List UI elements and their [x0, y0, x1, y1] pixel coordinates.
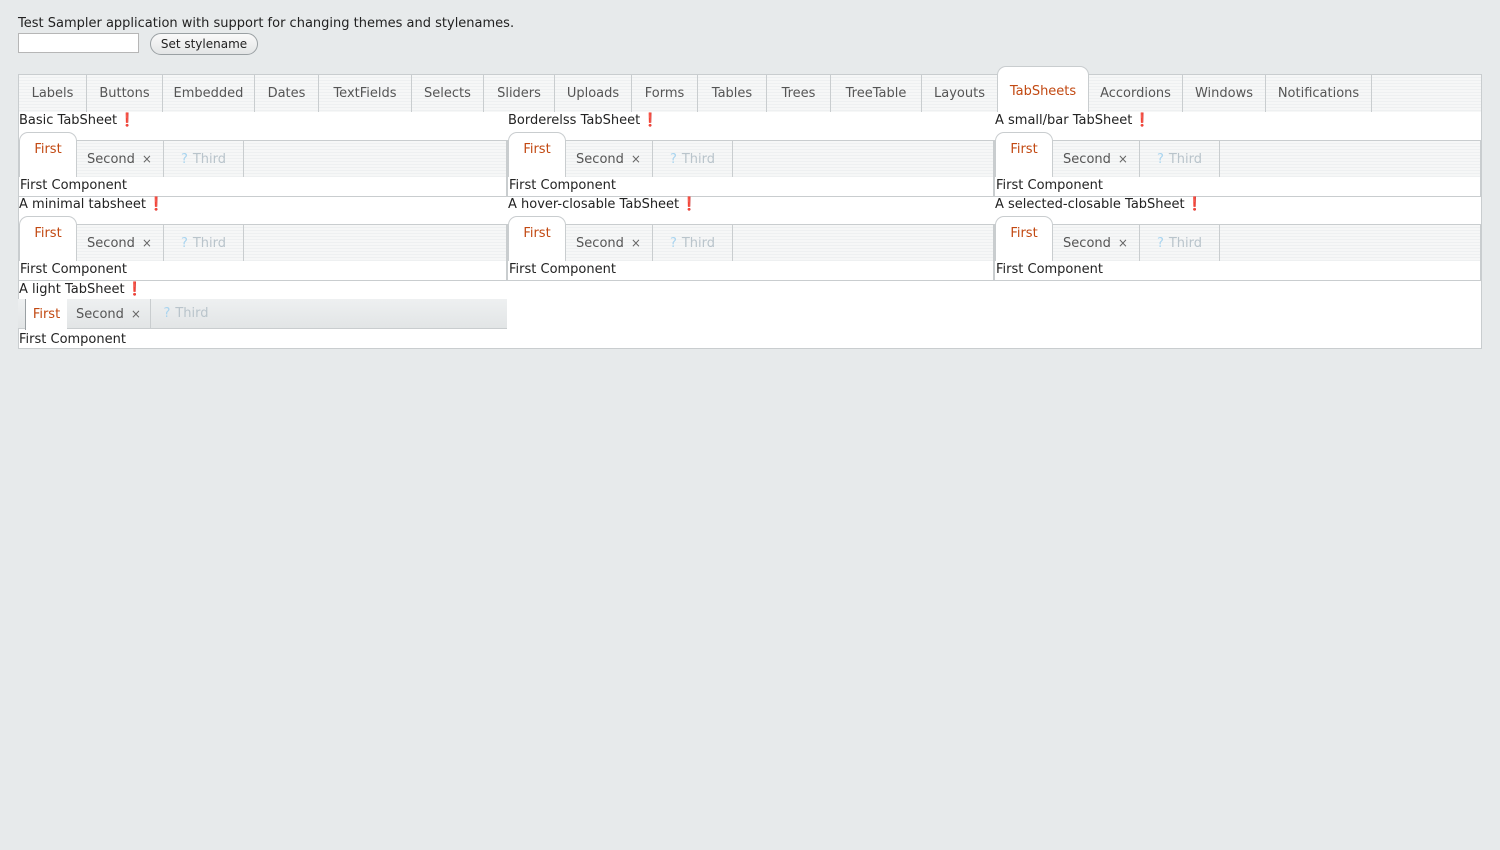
required-indicator-icon: ❗ [681, 197, 698, 212]
close-icon[interactable]: × [131, 307, 141, 321]
set-stylename-button[interactable]: Set stylename [150, 33, 258, 55]
tab-buttons[interactable]: Buttons [87, 75, 163, 112]
tab-second[interactable]: Second × [565, 225, 653, 261]
required-indicator-icon: ❗ [1134, 113, 1151, 128]
selected-closable-tabsheet: A selected-closable TabSheet ❗ First Seco… [994, 197, 1481, 281]
close-icon[interactable]: × [1118, 236, 1128, 250]
tab-content: First Component [19, 332, 126, 347]
hover-closable-tabsheet: A hover-closable TabSheet ❗ First Second ×… [507, 197, 994, 281]
tab-dates[interactable]: Dates [255, 75, 319, 112]
tab-selects[interactable]: Selects [412, 75, 484, 112]
tab-second[interactable]: Second × [565, 141, 653, 177]
required-indicator-icon: ❗ [126, 282, 143, 297]
tab-third-disabled: ? Third [1140, 141, 1220, 177]
light-tabsheet: A light TabSheet ❗ First Second × ? Third F… [18, 282, 507, 348]
help-icon: ? [1156, 152, 1164, 167]
tab-forms[interactable]: Forms [632, 75, 698, 112]
basic-tabsheet: Basic TabSheet ❗ First Second × ? Third Fir… [18, 113, 507, 197]
tab-bar: First Second × ? Third [507, 216, 994, 263]
tab-treetable[interactable]: TreeTable [831, 75, 922, 112]
close-icon[interactable]: × [631, 152, 641, 166]
tab-tabsheets[interactable]: TabSheets [997, 66, 1089, 114]
tab-second[interactable]: Second × [76, 141, 164, 177]
tab-third-disabled: ? Third [164, 225, 244, 261]
close-icon[interactable]: × [1118, 152, 1128, 166]
tab-first[interactable]: First [19, 216, 77, 263]
tab-content: First Component [18, 177, 507, 197]
tabsheet-caption: Basic TabSheet ❗ [19, 113, 136, 128]
tab-first[interactable]: First [19, 132, 77, 179]
tab-first[interactable]: First [508, 132, 566, 179]
required-indicator-icon: ❗ [147, 197, 165, 212]
tab-first[interactable]: First [25, 299, 67, 330]
app-description: Test Sampler application with support fo… [18, 16, 515, 31]
tab-layouts[interactable]: Layouts [922, 75, 998, 112]
tab-textfields[interactable]: TextFields [319, 75, 412, 112]
required-indicator-icon: ❗ [119, 113, 136, 128]
tab-first[interactable]: First [508, 216, 566, 263]
main-tab-bar: Labels Buttons Embedded Dates TextFields… [18, 66, 1482, 114]
tab-content: First Component [507, 177, 994, 197]
tab-embedded[interactable]: Embedded [163, 75, 255, 112]
tab-labels[interactable]: Labels [19, 75, 87, 112]
tab-third-disabled: ? Third [163, 306, 209, 321]
tabsheet-caption: A selected-closable TabSheet ❗ [995, 197, 1203, 212]
close-icon[interactable]: × [142, 236, 152, 250]
borderless-tabsheet: Borderelss TabSheet ❗ First Second × ? Thir… [507, 113, 994, 197]
tab-bar: First Second × ? Third [507, 132, 994, 179]
tab-second[interactable]: Second × [1052, 141, 1140, 177]
tab-uploads[interactable]: Uploads [555, 75, 632, 112]
tab-content: First Component [507, 261, 994, 281]
tab-bar: First Second × ? Third [994, 216, 1481, 263]
tab-third-disabled: ? Third [653, 141, 733, 177]
tab-first[interactable]: First [995, 132, 1053, 179]
help-icon: ? [180, 152, 188, 167]
tab-second[interactable]: Second × [76, 225, 164, 261]
tab-content: First Component [994, 261, 1481, 281]
tab-bar: First Second × ? Third [18, 216, 507, 263]
help-icon: ? [1156, 236, 1164, 251]
help-icon: ? [163, 306, 171, 321]
tabsheet-caption: A hover-closable TabSheet ❗ [508, 197, 698, 212]
small-bar-tabsheet: A small/bar TabSheet ❗ First Second × ? Thi… [994, 113, 1481, 197]
close-icon[interactable]: × [631, 236, 641, 250]
tab-bar: First Second × ? Third [994, 132, 1481, 179]
help-icon: ? [669, 236, 677, 251]
tab-windows[interactable]: Windows [1183, 75, 1266, 112]
help-icon: ? [180, 236, 188, 251]
tab-accordions[interactable]: Accordions [1089, 75, 1183, 112]
close-icon[interactable]: × [142, 152, 152, 166]
tab-third-disabled: ? Third [653, 225, 733, 261]
help-icon: ? [669, 152, 677, 167]
tabsheet-caption: A light TabSheet ❗ [19, 282, 143, 297]
required-indicator-icon: ❗ [1186, 197, 1203, 212]
stylename-input[interactable] [18, 33, 139, 53]
minimal-tabsheet: A minimal tabsheet ❗ First Second × ? Third… [18, 197, 507, 281]
required-indicator-icon: ❗ [642, 113, 659, 128]
tab-third-disabled: ? Third [1140, 225, 1220, 261]
tab-notifications[interactable]: Notifications [1266, 75, 1372, 112]
tab-bar: First Second × ? Third [18, 132, 507, 179]
tab-third-disabled: ? Third [164, 141, 244, 177]
tabsheet-caption: Borderelss TabSheet ❗ [508, 113, 659, 128]
tab-trees[interactable]: Trees [767, 75, 831, 112]
tab-first[interactable]: First [995, 216, 1053, 263]
tab-sliders[interactable]: Sliders [484, 75, 555, 112]
tabsheet-caption: A minimal tabsheet ❗ [19, 197, 165, 212]
tab-tables[interactable]: Tables [698, 75, 767, 112]
tab-content: First Component [994, 177, 1481, 197]
tab-second[interactable]: Second × [67, 299, 151, 329]
tabsheet-caption: A small/bar TabSheet ❗ [995, 113, 1151, 128]
tab-content: First Component [18, 261, 507, 281]
tab-second[interactable]: Second × [1052, 225, 1140, 261]
